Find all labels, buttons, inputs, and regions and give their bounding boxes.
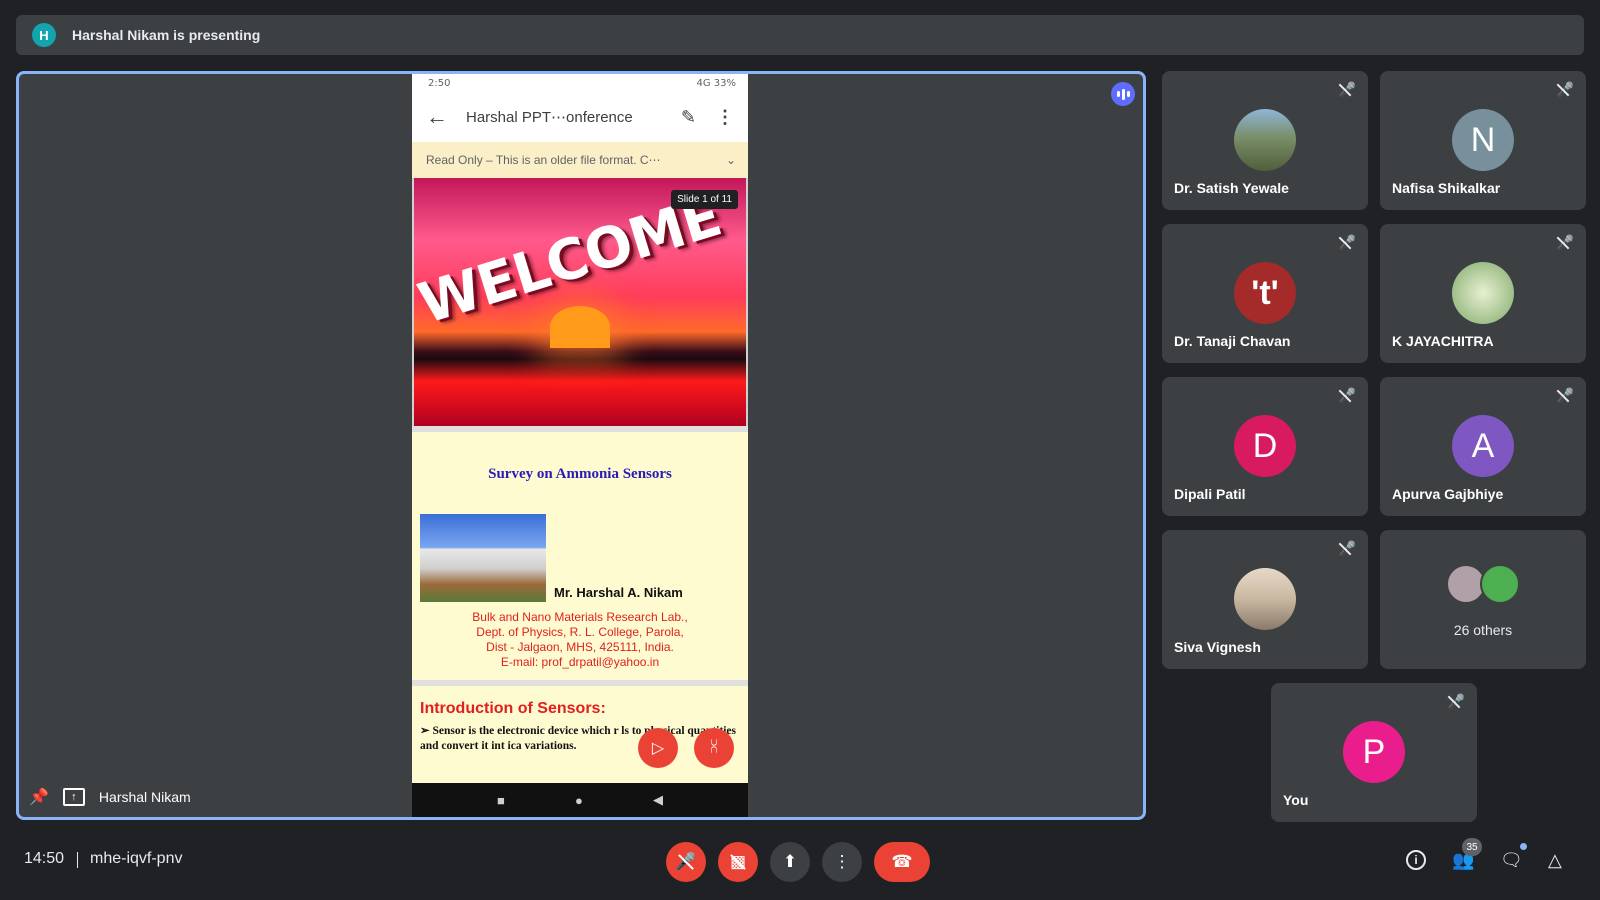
readonly-notice: Read Only – This is an older file format…: [412, 142, 748, 178]
phone-nav-bar: ■ ● ◀: [412, 783, 748, 817]
chat-unread-dot: [1520, 843, 1527, 850]
more-vert-icon: ⋮: [716, 106, 734, 127]
slide-welcome: WELCOME Slide 1 of 11: [412, 178, 748, 426]
participant-tile[interactable]: 🎤 Siva Vignesh: [1162, 530, 1368, 669]
participant-name: Dr. Tanaji Chavan: [1174, 333, 1291, 349]
sunset-sun: [550, 306, 610, 348]
affiliation-line-1: Bulk and Nano Materials Research Lab.,: [472, 610, 688, 624]
mic-off-icon: 🎤: [1556, 234, 1574, 250]
avatar: 't': [1234, 262, 1296, 324]
avatar: [1452, 262, 1514, 324]
presentation-icon: ↑: [62, 788, 85, 806]
presenting-text: Harshal Nikam is presenting: [72, 27, 261, 43]
mic-off-icon: 🎤: [1338, 234, 1356, 250]
participant-name: Dr. Satish Yewale: [1174, 180, 1289, 196]
document-title: Harshal PPT⋯onference: [466, 109, 633, 126]
meeting-code: mhe-iqvf-pnv: [90, 850, 183, 867]
others-tile[interactable]: 26 others: [1380, 530, 1586, 669]
mic-off-icon: 🎤: [1338, 387, 1356, 403]
participant-tile[interactable]: 🎤 N Nafisa Shikalkar: [1380, 71, 1586, 210]
more-options-button[interactable]: ⋮: [822, 842, 862, 882]
camera-toggle-button[interactable]: ▩: [718, 842, 758, 882]
intro-body: ➢ Sensor is the electronic device which …: [420, 725, 736, 752]
mic-off-icon: 🎤: [1338, 81, 1356, 97]
shared-phone-screen: 2:50 4G 33% ← Harshal PPT⋯onference ✎ ⋮ …: [412, 74, 748, 817]
self-tile[interactable]: 🎤 P You: [1271, 683, 1477, 822]
mic-off-icon: 🎤: [1556, 81, 1574, 97]
mic-off-icon: 🎤: [1338, 540, 1356, 556]
participant-name: You: [1283, 792, 1309, 808]
phone-app-bar: ← Harshal PPT⋯onference ✎ ⋮: [412, 92, 748, 142]
slide-title: Survey on Ammonia Sensors Mr. Harshal A.…: [412, 432, 748, 680]
leave-call-button[interactable]: ☎: [874, 842, 930, 882]
mic-off-icon: 🎤: [1556, 387, 1574, 403]
affiliation-email: E-mail: prof_drpatil@yahoo.in: [500, 655, 660, 669]
mic-toggle-button[interactable]: 🎤: [666, 842, 706, 882]
back-triangle-icon: ◀: [652, 792, 663, 807]
meeting-controls: 14:50 mhe-iqvf-pnv 🎤 ▩ ⬆ ⋮ ☎ i 👥 35 🗨 △: [0, 830, 1600, 890]
present-screen-icon: ⬆: [782, 852, 798, 871]
home-circle-icon: ●: [575, 792, 583, 808]
pin-icon[interactable]: 📌: [29, 787, 49, 807]
meeting-clock: 14:50: [24, 850, 65, 867]
play-icon: ▷: [638, 728, 678, 768]
participant-name: Dipali Patil: [1174, 486, 1246, 502]
avatar: A: [1452, 415, 1514, 477]
share-icon: ⩆: [694, 728, 734, 768]
intro-title: Introduction of Sensors:: [420, 700, 606, 717]
others-avatar: [1480, 564, 1520, 604]
mic-off-icon: 🎤: [1447, 693, 1465, 709]
more-vert-icon: ⋮: [833, 852, 851, 871]
hang-up-icon: ☎: [891, 852, 913, 871]
activities-icon[interactable]: △: [1548, 850, 1562, 871]
avatar: P: [1343, 721, 1405, 783]
affiliation-line-2: Dept. of Physics, R. L. College, Parola,: [476, 625, 684, 639]
author-name: Mr. Harshal A. Nikam: [554, 585, 683, 600]
participant-tile[interactable]: 🎤 D Dipali Patil: [1162, 377, 1368, 516]
presentation-stage[interactable]: 2:50 4G 33% ← Harshal PPT⋯onference ✎ ⋮ …: [16, 71, 1146, 820]
phone-status-time: 2:50: [428, 77, 451, 89]
participant-name: K JAYACHITRA: [1392, 333, 1494, 349]
speaking-indicator-icon: [1111, 82, 1135, 106]
phone-status-bar: 2:50 4G 33%: [412, 74, 748, 92]
avatar: [1234, 568, 1296, 630]
chat-icon[interactable]: 🗨: [1500, 850, 1523, 871]
slide-counter-badge: Slide 1 of 11: [671, 190, 738, 209]
participant-name: Nafisa Shikalkar: [1392, 180, 1501, 196]
back-arrow-icon: ←: [426, 104, 448, 129]
presenter-avatar: H: [32, 23, 56, 47]
readonly-text: Read Only – This is an older file format…: [426, 153, 661, 167]
participant-name: Siva Vignesh: [1174, 639, 1261, 655]
people-count-badge: 35: [1462, 838, 1482, 856]
participant-tile[interactable]: 🎤 K JAYACHITRA: [1380, 224, 1586, 363]
edit-pencil-icon: ✎: [680, 106, 696, 127]
avatar: N: [1452, 109, 1514, 171]
presenting-banner: H Harshal Nikam is presenting: [16, 15, 1584, 55]
others-count: 26 others: [1453, 622, 1513, 638]
present-now-button[interactable]: ⬆: [770, 842, 810, 882]
affiliation-line-3: Dist - Jalgaon, MHS, 425111, India.: [486, 640, 674, 654]
participant-tile[interactable]: 🎤 Dr. Satish Yewale: [1162, 71, 1368, 210]
stage-presenter-name: Harshal Nikam: [98, 789, 191, 805]
participant-name: Apurva Gajbhiye: [1392, 486, 1504, 502]
stage-footer: 📌 ↑ Harshal Nikam: [29, 787, 191, 807]
meeting-info-icon[interactable]: i: [1406, 850, 1426, 870]
college-building-image: [420, 514, 546, 602]
avatar: [1234, 109, 1296, 171]
participant-tile[interactable]: 🎤 A Apurva Gajbhiye: [1380, 377, 1586, 516]
recents-square-icon: ■: [497, 792, 505, 808]
slide-introduction: Introduction of Sensors: ➢ Sensor is the…: [412, 686, 748, 782]
participant-tile[interactable]: 🎤 't' Dr. Tanaji Chavan: [1162, 224, 1368, 363]
avatar: D: [1234, 415, 1296, 477]
chevron-down-icon: ⌄: [725, 153, 736, 167]
affiliation: Bulk and Nano Materials Research Lab., D…: [412, 610, 748, 670]
survey-title: Survey on Ammonia Sensors: [488, 466, 672, 482]
phone-status-right: 4G 33%: [696, 77, 736, 89]
